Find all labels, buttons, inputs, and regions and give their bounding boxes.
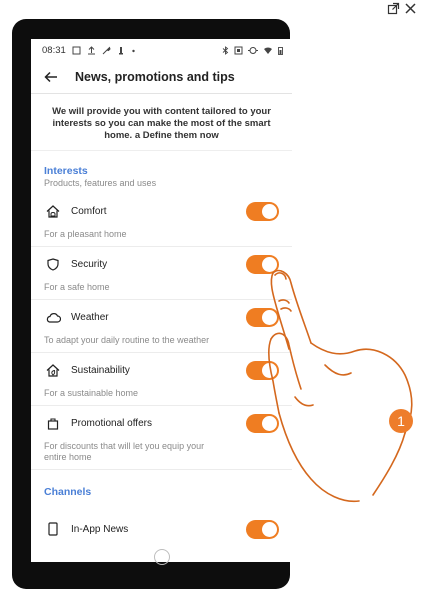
wifi-icon <box>264 46 272 54</box>
battery-icon <box>278 46 283 55</box>
upload-icon <box>87 45 95 54</box>
bag-icon <box>44 414 62 432</box>
status-bar: 08:31 <box>31 39 292 61</box>
interest-item-comfort: Comfort For a pleasant home <box>31 194 292 247</box>
interest-item-security: Security For a safe home <box>31 247 292 300</box>
in-app-news-toggle[interactable] <box>246 519 279 539</box>
step-callout: 1 <box>389 409 413 433</box>
phone-frame: 08:31 News, promotions and tips We will <box>12 19 292 589</box>
toggle-knob <box>262 203 277 219</box>
eco-house-icon <box>44 361 62 379</box>
wrench-icon <box>102 46 111 54</box>
bluetooth-icon <box>222 45 229 55</box>
page-title: News, promotions and tips <box>75 70 235 84</box>
interests-subheading: Products, features and uses <box>44 178 157 188</box>
hand-illustration <box>268 269 413 503</box>
image-icon <box>72 46 81 54</box>
interest-label: Weather <box>71 311 109 323</box>
comfort-toggle[interactable] <box>246 201 279 221</box>
user-icon <box>118 46 123 54</box>
intro-text: We will provide you with content tailore… <box>31 94 292 151</box>
popout-icon[interactable] <box>387 2 400 15</box>
channels-heading: Channels <box>44 486 92 498</box>
channel-label: In-App News <box>71 523 129 535</box>
interest-label: Promotional offers <box>71 417 152 429</box>
data-icon <box>248 46 258 54</box>
window-controls <box>387 2 417 15</box>
close-icon[interactable] <box>404 2 417 15</box>
interest-label: Sustainability <box>71 364 130 376</box>
interest-label: Comfort <box>71 205 107 217</box>
interest-description: For a safe home <box>44 282 110 292</box>
nfc-icon <box>234 46 243 54</box>
arrow-left-icon <box>44 71 57 83</box>
shield-icon <box>44 255 62 273</box>
interest-label: Security <box>71 258 108 270</box>
phone-icon <box>44 520 62 538</box>
phone-screen: 08:31 News, promotions and tips We will <box>31 39 292 562</box>
cloud-icon <box>44 308 62 326</box>
dot-icon <box>132 49 135 52</box>
interest-item-sustainability: Sustainability For a sustainable home <box>31 353 292 406</box>
interest-item-weather: Weather To adapt your daily routine to t… <box>31 300 292 353</box>
interest-item-promotional-offers: Promotional offers For discounts that wi… <box>31 406 292 470</box>
channel-item-in-app-news: In-App News <box>31 512 292 544</box>
interests-heading: Interests <box>44 165 88 177</box>
back-button[interactable] <box>41 67 61 87</box>
interest-description: For a sustainable home <box>44 388 139 398</box>
home-button[interactable] <box>153 548 170 565</box>
interest-description: For a pleasant home <box>44 229 127 239</box>
status-time: 08:31 <box>42 44 66 56</box>
app-bar: News, promotions and tips <box>31 61 292 94</box>
comfort-house-icon <box>44 202 62 220</box>
interest-description: To adapt your daily routine to the weath… <box>44 335 210 345</box>
toggle-knob <box>262 521 277 537</box>
interest-description: For discounts that will let you equip yo… <box>44 441 205 462</box>
nav-bar <box>31 543 292 570</box>
